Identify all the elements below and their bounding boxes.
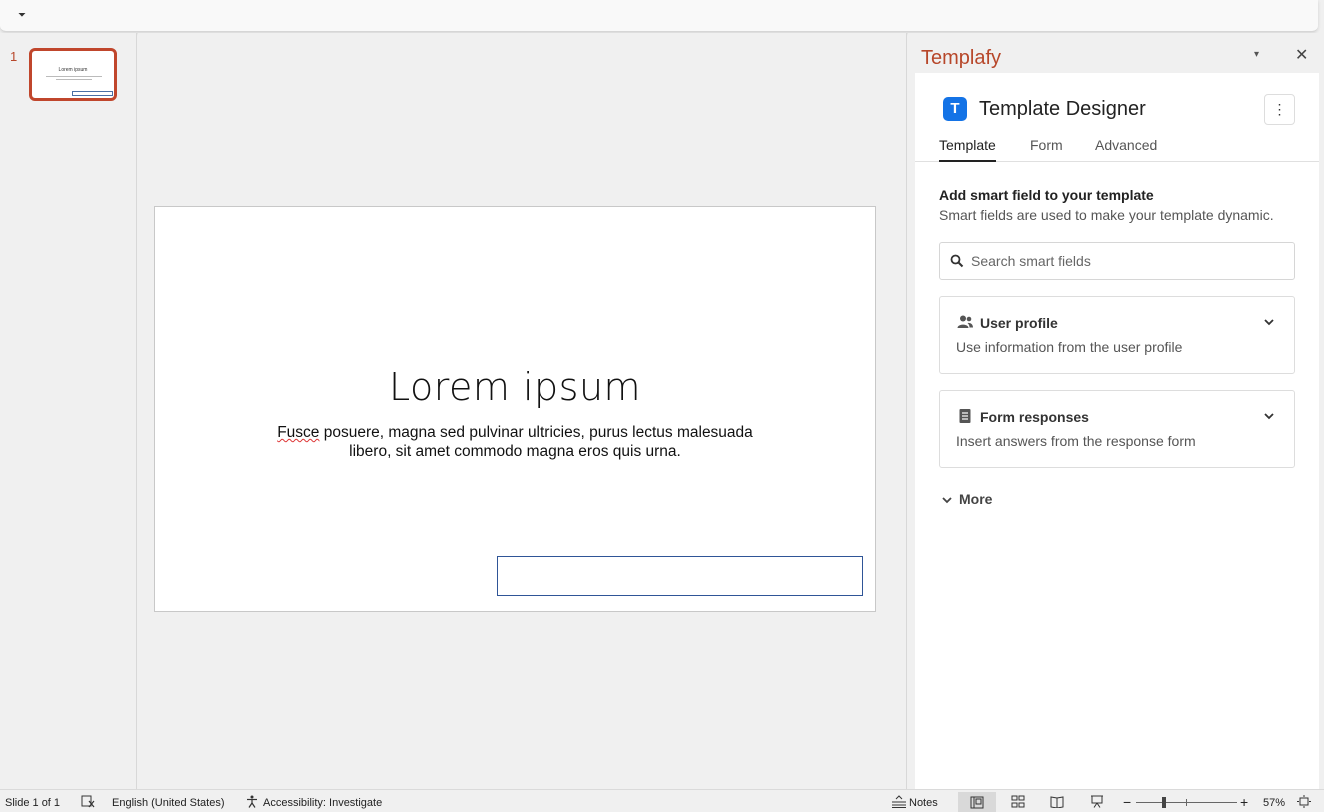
customize-quick-access-button[interactable]: ⏷ [14,8,30,24]
card-title: Form responses [980,409,1089,425]
slide-thumbnail-number: 1 [10,49,18,64]
zoom-level[interactable]: 57% [1263,797,1285,809]
tab-bar: Template Form Advanced [915,137,1319,162]
card-description: Insert answers from the response form [956,433,1196,449]
notes-button[interactable]: Notes [909,797,938,809]
users-icon [957,315,973,328]
chevron-down-icon[interactable] [1262,409,1276,423]
slide-thumbnail-placeholder [72,91,113,96]
section-subheading: Smart fields are used to make your templ… [939,207,1274,223]
smart-field-group-form-responses[interactable]: Form responses Insert answers from the r… [939,390,1295,468]
zoom-slider-thumb[interactable] [1162,797,1166,808]
status-bar: Slide 1 of 1 English (United States) Acc… [0,789,1324,812]
slide-thumbnail-text-line [46,76,102,77]
tab-form[interactable]: Form [1030,137,1063,162]
spelling-check-icon[interactable] [81,795,95,808]
normal-view-icon [970,796,984,809]
slide-count: Slide 1 of 1 [5,797,61,809]
spelling-flagged-word[interactable]: Fusce [277,424,319,441]
form-document-icon [959,409,971,423]
reading-view-icon[interactable] [1050,795,1064,808]
more-label: More [959,491,993,507]
tab-advanced[interactable]: Advanced [1095,137,1157,162]
slide-sorter-icon[interactable] [1011,795,1025,808]
card-description: Use information from the user profile [956,339,1183,355]
task-pane-content: T Template Designer ⋮ Template Form Adva… [915,73,1319,789]
zoom-in-button[interactable]: + [1240,794,1248,810]
slide-body-text[interactable]: Fusce posuere, magna sed pulvinar ultric… [255,423,775,461]
card-title: User profile [980,315,1058,331]
slide-editor: Lorem ipsum Fusce posuere, magna sed pul… [138,33,907,789]
slide-body-rest: posuere, magna sed pulvinar ultricies, p… [319,424,753,460]
app-title: Template Designer [979,98,1146,120]
chevron-down-icon[interactable]: ▾ [1254,49,1259,60]
section-heading: Add smart field to your template [939,187,1154,203]
quick-access-toolbar: ⏷ [0,0,1318,32]
smart-field-group-user-profile[interactable]: User profile Use information from the us… [939,296,1295,374]
zoom-out-button[interactable]: − [1123,794,1131,810]
slide-thumbnail-title: Lorem ipsum [58,67,88,73]
chevron-down-icon[interactable] [1262,315,1276,329]
slide-thumbnail-text-line [56,79,92,80]
slide-thumbnail[interactable]: Lorem ipsum [29,48,117,101]
search-field[interactable] [939,242,1295,280]
slide-show-icon[interactable] [1090,795,1104,808]
accessibility-checker[interactable]: Accessibility: Investigate [263,797,382,809]
slide-title[interactable]: Lorem ipsum [155,365,875,409]
slide-thumbnails-pane: 1 Lorem ipsum [0,33,137,789]
notes-icon [892,795,906,808]
language-indicator[interactable]: English (United States) [112,797,225,809]
search-input[interactable] [971,244,1287,278]
accessibility-icon [247,795,257,808]
chevron-down-icon [942,497,952,504]
slide-canvas[interactable]: Lorem ipsum Fusce posuere, magna sed pul… [154,206,876,612]
more-options-button[interactable]: ⋮ [1264,94,1295,125]
task-pane-title: Templafy [921,47,1002,69]
templafy-task-pane: Templafy ▾ ✕ T Template Designer ⋮ Templ… [908,33,1324,789]
zoom-slider-midpoint [1186,799,1187,806]
normal-view-button[interactable] [958,792,996,812]
close-icon[interactable]: ✕ [1295,45,1308,65]
fit-to-window-icon[interactable] [1297,795,1311,808]
slide-placeholder-box[interactable] [497,556,863,596]
templafy-logo-icon: T [943,97,967,121]
search-icon [950,254,964,268]
tab-template[interactable]: Template [939,137,996,162]
